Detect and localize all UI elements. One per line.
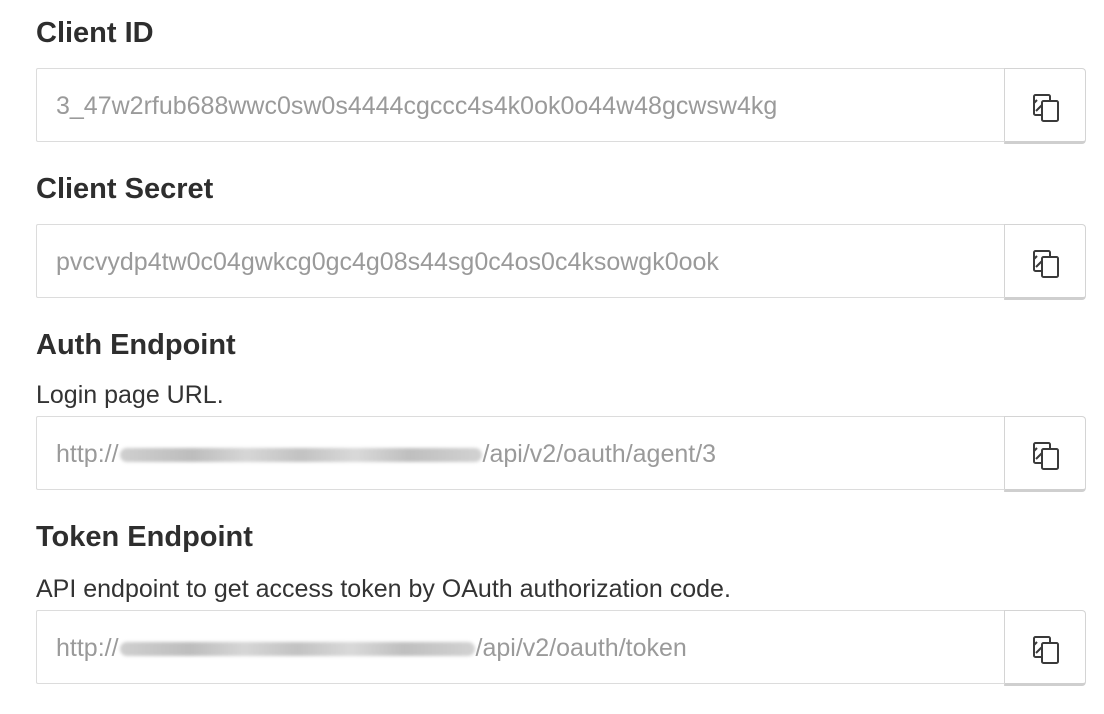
token-endpoint-input[interactable]: http:// /api/v2/oauth/token — [36, 610, 1004, 684]
auth-endpoint-scheme: http:// — [56, 440, 119, 468]
client-id-value[interactable]: 3_47w2rfub688wwc0sw0s4444cgccc4s4k0ok0o4… — [56, 69, 996, 143]
auth-endpoint-description: Login page URL. — [36, 381, 224, 409]
copy-client-secret-button[interactable] — [1004, 224, 1086, 300]
token-endpoint-input-group: http:// /api/v2/oauth/token — [36, 610, 1086, 686]
redacted-host — [119, 448, 482, 463]
auth-endpoint-label: Auth Endpoint — [36, 329, 236, 361]
auth-endpoint-value[interactable]: http:// /api/v2/oauth/agent/3 — [56, 417, 996, 491]
auth-endpoint-input-group: http:// /api/v2/oauth/agent/3 — [36, 416, 1086, 492]
token-endpoint-scheme: http:// — [56, 634, 119, 662]
auth-endpoint-path: /api/v2/oauth/agent/3 — [482, 440, 717, 468]
client-id-label: Client ID — [36, 17, 154, 49]
token-endpoint-description: API endpoint to get access token by OAut… — [36, 575, 731, 603]
copy-token-endpoint-button[interactable] — [1004, 610, 1086, 686]
client-secret-value[interactable]: pvcvydp4tw0c04gwkcg0gc4g08s44sg0c4os0c4k… — [56, 225, 996, 299]
token-endpoint-path: /api/v2/oauth/token — [475, 634, 687, 662]
copy-icon — [1033, 442, 1059, 470]
auth-endpoint-input[interactable]: http:// /api/v2/oauth/agent/3 — [36, 416, 1004, 490]
token-endpoint-label: Token Endpoint — [36, 521, 253, 553]
client-id-input[interactable]: 3_47w2rfub688wwc0sw0s4444cgccc4s4k0ok0o4… — [36, 68, 1004, 142]
client-id-input-group: 3_47w2rfub688wwc0sw0s4444cgccc4s4k0ok0o4… — [36, 68, 1086, 144]
copy-icon — [1033, 636, 1059, 664]
redacted-host — [119, 642, 475, 657]
client-secret-input-group: pvcvydp4tw0c04gwkcg0gc4g08s44sg0c4os0c4k… — [36, 224, 1086, 300]
copy-icon — [1033, 250, 1059, 278]
copy-client-id-button[interactable] — [1004, 68, 1086, 144]
client-secret-label: Client Secret — [36, 173, 214, 205]
copy-auth-endpoint-button[interactable] — [1004, 416, 1086, 492]
client-secret-input[interactable]: pvcvydp4tw0c04gwkcg0gc4g08s44sg0c4os0c4k… — [36, 224, 1004, 298]
token-endpoint-value[interactable]: http:// /api/v2/oauth/token — [56, 611, 996, 685]
copy-icon — [1033, 94, 1059, 122]
